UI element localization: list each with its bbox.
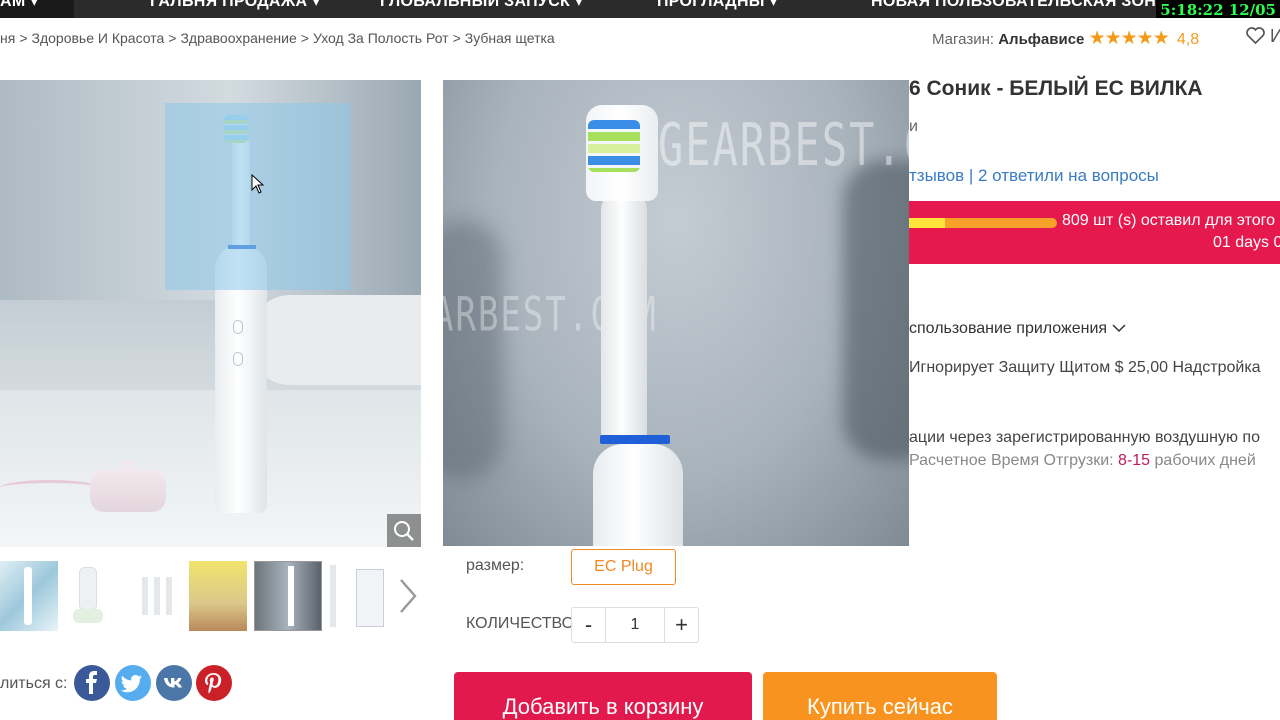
facebook-share-button[interactable] [74, 665, 110, 701]
thumbnail-strip [0, 561, 430, 631]
zoom-lens[interactable] [165, 103, 351, 290]
preview-brush-neck [601, 190, 647, 440]
thumbnail-1[interactable] [0, 561, 58, 631]
pinterest-icon [205, 673, 222, 694]
thumbnail-3-head-a [142, 577, 148, 615]
quantity-stepper: - 1 + [571, 607, 699, 643]
reviews-link[interactable]: тзывов | 2 ответили на вопросы [909, 166, 1159, 186]
facebook-icon [86, 671, 97, 694]
preview-bokeh-right [843, 160, 909, 460]
breadcrumb: ня > Здоровье И Красота > Здравоохранение > Ух… [0, 30, 555, 46]
thumbnail-2-base [73, 609, 103, 623]
preview-brush-body [593, 444, 683, 546]
chevron-down-icon [1111, 324, 1126, 333]
eta-days: 8-15 [1118, 452, 1151, 469]
breadcrumb-separator: > [452, 30, 461, 46]
add-to-cart-button[interactable]: Добавить в корзину [454, 672, 752, 720]
share-label: литься с: [0, 675, 68, 692]
zoom-button[interactable] [387, 514, 421, 547]
thumbnail-6[interactable] [328, 561, 386, 631]
thumbnail-1-brush [24, 567, 32, 625]
store-label: Магазин: [932, 31, 995, 48]
breadcrumb-item[interactable]: Зубная щетка [465, 30, 555, 46]
thumbnail-3-head-c [166, 577, 172, 615]
twitter-share-button[interactable] [115, 665, 151, 701]
image-bathtub [250, 295, 421, 385]
store-info: Магазин: Альфависе ★★★★★ 4,8 [932, 27, 1199, 50]
charger-pin [122, 461, 134, 473]
breadcrumb-item[interactable]: Уход За Полость Рот [313, 30, 449, 46]
star-rating-icon: ★★★★★ [1088, 28, 1170, 49]
size-label: размер: [466, 557, 525, 574]
mouse-cursor-icon [251, 174, 265, 194]
watermark: GEARBEST.COM [658, 110, 909, 179]
image-cable [0, 480, 100, 496]
wishlist-button[interactable]: И [1246, 26, 1280, 47]
size-option-ec-plug[interactable]: EC Plug [571, 549, 676, 585]
chevron-right-icon[interactable] [398, 578, 418, 614]
toothbrush-power-button [233, 320, 243, 334]
clock-overlay: 5:18:22 12/05 [1156, 0, 1280, 18]
breadcrumb-item[interactable]: ня [0, 30, 15, 46]
thumbnail-6-brush [330, 565, 336, 627]
vk-share-button[interactable] [156, 665, 192, 701]
breadcrumb-separator: > [19, 30, 28, 46]
twitter-icon [120, 675, 142, 693]
toothbrush-mode-button [233, 352, 243, 366]
store-name[interactable]: Альфависе [998, 31, 1084, 48]
product-title: 6 Соник - БЕЛЫЙ ЕС ВИЛКА [909, 77, 1203, 100]
top-navigation: АМ ▾ ГАЛЬНЯ ПРОДАЖА ▾ ГЛОБАЛЬНЫЙ ЗАПУСК … [0, 0, 1280, 18]
thumbnail-5-active[interactable] [254, 561, 322, 631]
flash-sale-banner: 809 шт (s) оставил для этого 01 days 0 [909, 201, 1280, 264]
thumbnail-3-head-b [154, 577, 160, 615]
eta-label: Расчетное Время Отгрузки: [909, 452, 1114, 469]
countdown-text: 01 days 0 [1213, 234, 1280, 251]
quantity-input[interactable]: 1 [606, 608, 664, 642]
wishlist-label: И [1270, 26, 1280, 46]
shipping-guarantee-text: Игнорирует Защиту Щитом $ 25,00 Надстрой… [909, 359, 1261, 376]
preview-bokeh-left [443, 220, 503, 480]
thumbnail-4[interactable] [189, 561, 247, 631]
product-zoom-preview: GEARBEST.COM ARBEST.COM [443, 80, 909, 546]
vk-icon [164, 678, 182, 688]
product-subtitle: и [909, 118, 918, 135]
nav-item-sale[interactable]: ГАЛЬНЯ ПРОДАЖА ▾ [150, 0, 320, 11]
image-counter [0, 390, 421, 547]
thumbnail-3[interactable] [128, 561, 186, 631]
quantity-label: КОЛИЧЕСТВО [466, 615, 572, 632]
stock-remaining-text: 809 шт (s) оставил для этого [1062, 212, 1276, 229]
preview-brush-ring [600, 435, 670, 444]
buy-now-button[interactable]: Купить сейчас [763, 672, 997, 720]
app-usage-label: спользование приложения [909, 320, 1108, 337]
shipping-method-text: ации через зарегистрированную воздушную … [909, 429, 1260, 446]
app-usage-toggle[interactable]: спользование приложения [909, 320, 1126, 338]
quantity-increase-button[interactable]: + [664, 608, 698, 642]
stock-progress-track [909, 218, 1057, 228]
heart-icon [1246, 27, 1265, 45]
breadcrumb-item[interactable]: Здоровье И Красота [32, 30, 165, 46]
quantity-decrease-button[interactable]: - [572, 608, 606, 642]
breadcrumb-separator: > [168, 30, 177, 46]
shipping-eta: Расчетное Время Отгрузки: 8-15 рабочих д… [909, 452, 1256, 470]
nav-item-new-user-zone[interactable]: НОВАЯ ПОЛЬЗОВАТЕЛЬСКАЯ ЗОНА ▾ [871, 0, 1181, 11]
thumbnail-2[interactable] [65, 561, 123, 631]
magnifier-icon [394, 521, 414, 541]
thumbnail-6-box [356, 569, 384, 627]
breadcrumb-item[interactable]: Здравоохранение [180, 30, 296, 46]
image-charger [90, 461, 166, 512]
pinterest-share-button[interactable] [196, 665, 232, 701]
nav-item-global-launch[interactable]: ГЛОБАЛЬНЫЙ ЗАПУСК ▾ [380, 0, 583, 11]
stock-progress-fill [909, 218, 945, 228]
thumbnail-5-brush [288, 566, 294, 626]
product-main-image[interactable] [0, 80, 421, 547]
thumbnail-2-brush [79, 567, 97, 611]
breadcrumb-separator: > [300, 30, 309, 46]
nav-item-promo[interactable]: ПРОГЛАДНЫ ▾ [657, 0, 778, 11]
nav-item-first[interactable]: АМ ▾ [0, 0, 74, 18]
store-rating: 4,8 [1176, 31, 1200, 48]
nav-item-first-label: АМ ▾ [0, 0, 39, 10]
preview-brush-bristles [588, 120, 640, 172]
eta-suffix: рабочих дней [1154, 452, 1256, 469]
